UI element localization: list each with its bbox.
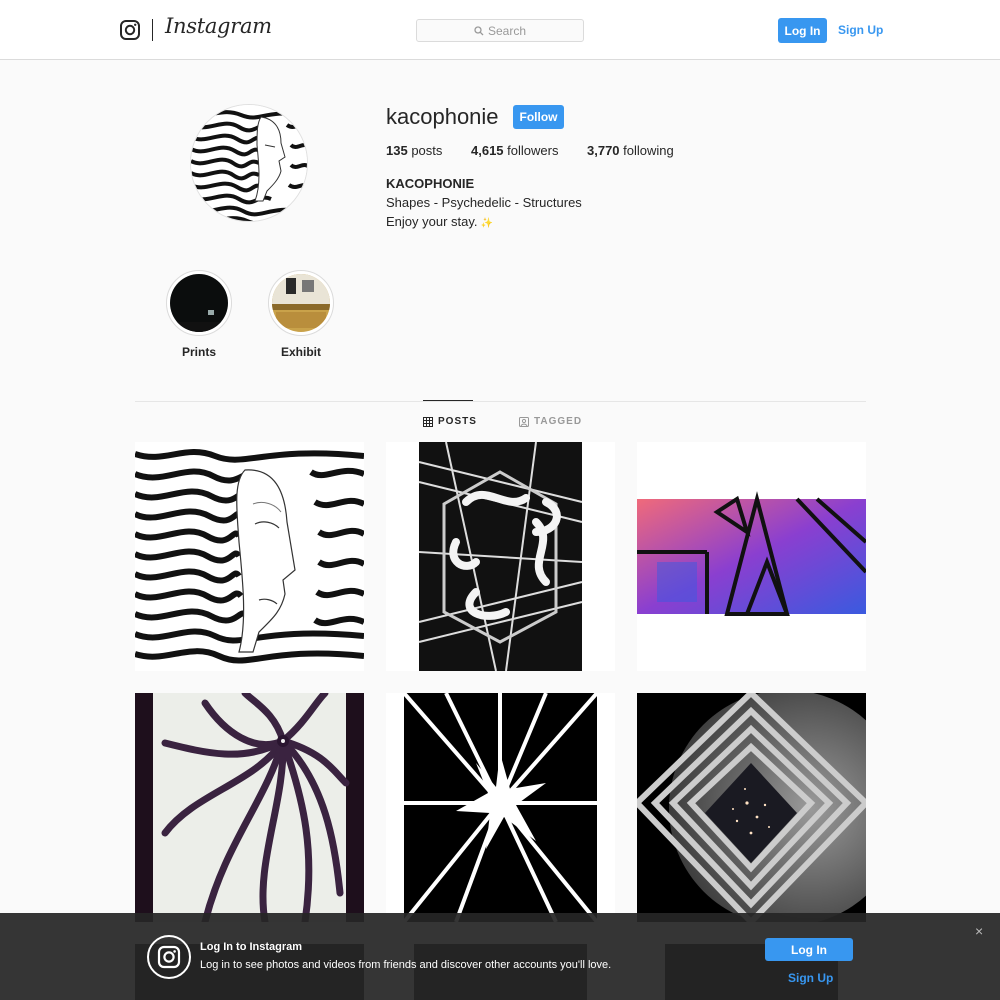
banner-text: Log in to see photos and videos from fri… bbox=[200, 959, 612, 971]
signup-link[interactable]: Sign Up bbox=[838, 23, 883, 37]
search-input[interactable]: Search bbox=[416, 19, 584, 42]
profile-avatar[interactable] bbox=[190, 104, 308, 222]
bio-line: Shapes - Psychedelic - Structures bbox=[386, 195, 582, 210]
highlight-cover-image bbox=[170, 274, 228, 332]
grid-icon bbox=[423, 416, 433, 427]
followers-stat[interactable]: 4,615 followers bbox=[471, 143, 587, 158]
tagged-icon bbox=[519, 416, 529, 427]
profile-username: kacophonie bbox=[386, 104, 499, 129]
banner-title: Log In to Instagram bbox=[200, 941, 303, 953]
sparkle-icon: ✨ bbox=[480, 218, 493, 229]
bio-line: Enjoy your stay. ✨ bbox=[386, 214, 493, 229]
post-thumbnail[interactable] bbox=[135, 693, 364, 922]
highlight-prints[interactable]: Prints bbox=[166, 270, 232, 359]
banner-login-button[interactable]: Log In bbox=[765, 938, 853, 961]
post-thumbnail[interactable] bbox=[386, 442, 615, 671]
followers-count: 4,615 bbox=[471, 143, 504, 158]
highlight-cover-ring bbox=[268, 270, 334, 336]
search-icon bbox=[474, 25, 484, 35]
following-stat[interactable]: 3,770 following bbox=[587, 143, 674, 158]
posts-count-stat: 135 posts bbox=[386, 143, 471, 158]
instagram-glyph-icon[interactable] bbox=[120, 20, 140, 40]
swirling-face-artwork bbox=[135, 442, 364, 671]
highlight-cover-image bbox=[272, 274, 330, 332]
bio-full-name: KACOPHONIE bbox=[386, 176, 475, 191]
banner-signup-link[interactable]: Sign Up bbox=[788, 971, 833, 985]
login-banner: Log In to Instagram Log in to see photos… bbox=[0, 913, 1000, 1000]
active-tab-indicator bbox=[423, 400, 473, 401]
close-icon[interactable]: × bbox=[975, 923, 983, 939]
tab-tagged[interactable]: TAGGED bbox=[519, 416, 582, 427]
tab-tagged-label: TAGGED bbox=[534, 416, 583, 427]
highlight-label: Exhibit bbox=[280, 345, 321, 359]
following-count: 3,770 bbox=[587, 143, 620, 158]
instagram-glyph-icon bbox=[147, 935, 191, 979]
post-thumbnail[interactable] bbox=[637, 693, 866, 922]
login-button[interactable]: Log In bbox=[778, 18, 827, 43]
post-thumbnail[interactable] bbox=[135, 442, 364, 671]
following-label: following bbox=[623, 143, 674, 158]
followers-label: followers bbox=[507, 143, 559, 158]
tabs-divider bbox=[135, 401, 866, 402]
tab-posts-label: POSTS bbox=[438, 416, 477, 427]
highlight-exhibit[interactable]: Exhibit bbox=[268, 270, 334, 359]
moon-diamond-artwork bbox=[637, 693, 866, 922]
tab-posts[interactable]: POSTS bbox=[423, 416, 477, 427]
posts-count: 135 bbox=[386, 143, 408, 158]
instagram-wordmark[interactable]: Instagram bbox=[165, 14, 272, 38]
top-navigation: Instagram Search Log In Sign Up bbox=[0, 0, 1000, 60]
post-thumbnail[interactable] bbox=[637, 442, 866, 671]
highlight-label: Prints bbox=[181, 345, 216, 359]
bio-line-text: Enjoy your stay. bbox=[386, 214, 478, 229]
search-placeholder: Search bbox=[487, 23, 527, 38]
highlight-cover-ring bbox=[166, 270, 232, 336]
follow-button[interactable]: Follow bbox=[513, 105, 564, 129]
nav-divider bbox=[152, 19, 153, 41]
geometric-swirl-artwork bbox=[386, 442, 615, 671]
posts-label: posts bbox=[411, 143, 443, 158]
starburst-artwork bbox=[386, 693, 615, 922]
post-thumbnail[interactable] bbox=[386, 693, 615, 922]
profile-stats: 135 posts 4,615 followers 3,770 followin… bbox=[386, 143, 674, 158]
neon-triangle-artwork bbox=[637, 442, 866, 671]
purple-tentacle-artwork bbox=[135, 693, 364, 922]
